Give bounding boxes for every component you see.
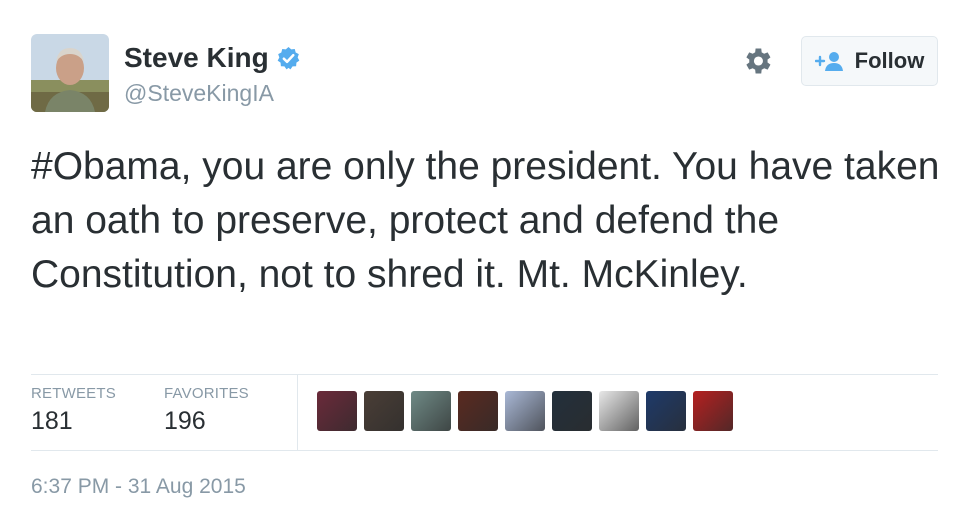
favorites-stat[interactable]: FAVORITES 196 [164,385,249,436]
favorites-count: 196 [164,407,206,435]
stats-divider [297,374,298,450]
user-name[interactable]: Steve King [124,42,269,74]
favoriter-avatar-7[interactable] [599,391,639,431]
follow-button[interactable]: Follow [801,36,938,86]
favoriter-avatar-6[interactable] [552,391,592,431]
gear-icon[interactable] [740,44,774,78]
divider-bottom [31,450,938,451]
follow-label: Follow [854,48,925,73]
profile-avatar[interactable] [31,34,109,112]
divider-top [31,374,938,375]
tweet-text: #Obama, you are only the president. You … [31,145,940,296]
retweets-label: RETWEETS [31,385,116,402]
favoriter-avatar-8[interactable] [646,391,686,431]
favorites-label: FAVORITES [164,385,249,402]
favoriter-avatar-2[interactable] [364,391,404,431]
favoriter-avatar-3[interactable] [411,391,451,431]
retweets-stat[interactable]: RETWEETS 181 [31,385,116,436]
retweets-count: 181 [31,407,73,435]
user-handle[interactable]: @SteveKingIA [124,80,274,107]
favoriter-avatar-1[interactable] [317,391,357,431]
favoriters-avatars [317,391,740,431]
user-name-row: Steve King [124,42,301,74]
tweet-timestamp[interactable]: 6:37 PM - 31 Aug 2015 [31,475,246,499]
verified-badge-icon [277,46,300,69]
add-person-icon [814,52,843,71]
favoriter-avatar-9[interactable] [693,391,733,431]
favoriter-avatar-5[interactable] [505,391,545,431]
favoriter-avatar-4[interactable] [458,391,498,431]
